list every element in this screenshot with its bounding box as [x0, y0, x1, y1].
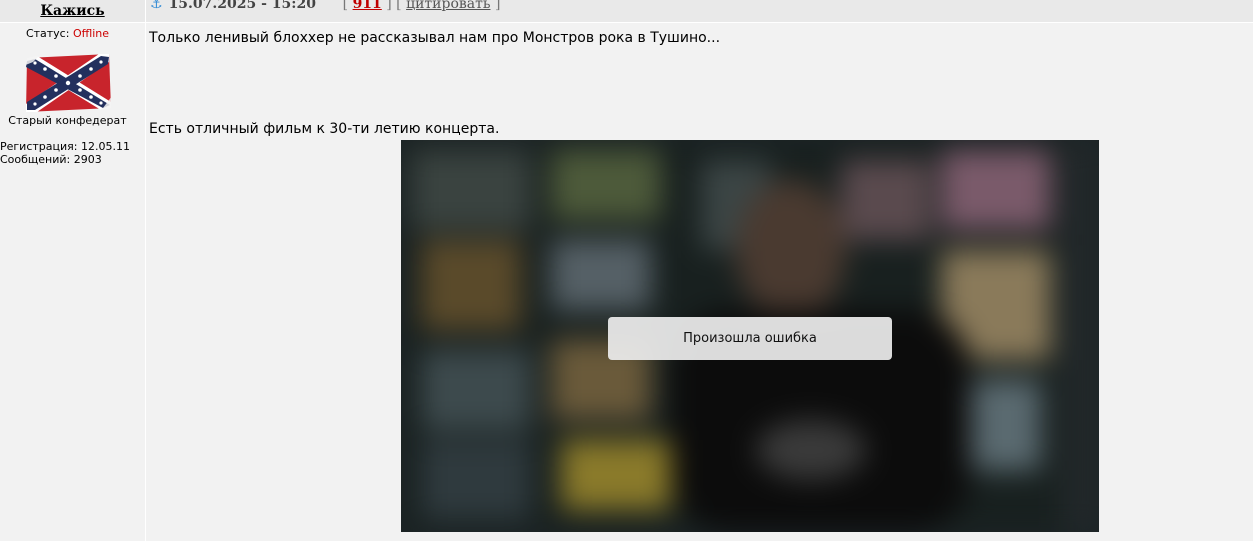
post-header: Кажись ⚓ 15.07.2025 - 15:20 [ 911 ] [ цит… — [0, 0, 1253, 23]
post-number-link[interactable]: 911 — [353, 0, 382, 12]
user-title: Старый конфедерат — [8, 114, 127, 127]
anchor-icon[interactable]: ⚓ — [150, 0, 163, 12]
post-text-line: Только ленивый блоххер не рассказывал на… — [149, 30, 721, 46]
post-text-line: Есть отличный фильм к 30-ти летию концер… — [149, 121, 500, 137]
status-label: Статус: — [25, 27, 70, 40]
bracket-open: [ — [342, 0, 349, 12]
post-date: 15.07.2025 - 15:20 — [168, 0, 316, 12]
video-error-message: Произошла ошибка — [608, 317, 892, 360]
quote-link[interactable]: цитировать — [406, 0, 490, 12]
avatar[interactable] — [23, 52, 112, 114]
author-cell: Кажись — [0, 0, 146, 22]
status-value: Offline — [72, 27, 110, 40]
user-status: Статус: Offline — [0, 27, 135, 40]
embedded-video[interactable]: Произошла ошибка — [401, 140, 1099, 532]
user-message-count: Сообщений: 2903 — [0, 153, 102, 166]
author-link[interactable]: Кажись — [40, 3, 104, 19]
user-registration: Регистрация: 12.05.11 — [0, 140, 130, 153]
post-meta: ⚓ 15.07.2025 - 15:20 [ 911 ] [ цитировать… — [150, 0, 500, 18]
bracket-mid: ] [ — [386, 0, 402, 12]
user-info-column: Статус: Offline Старый конфедерат Регист… — [0, 23, 146, 541]
bracket-close: ] — [494, 0, 501, 12]
